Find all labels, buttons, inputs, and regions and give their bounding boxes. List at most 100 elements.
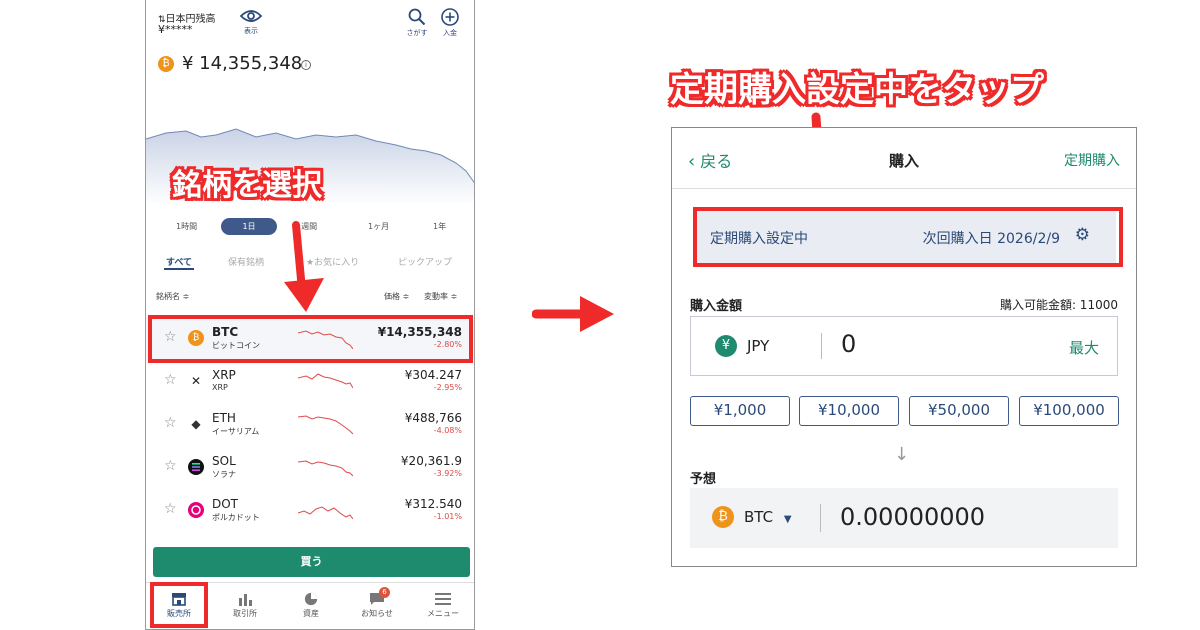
callout-select-coin: 銘柄を選択 <box>172 168 322 203</box>
input-divider <box>821 333 822 359</box>
deposit-button[interactable]: 入金 <box>435 8 465 38</box>
nav-exchange-label: 取引所 <box>233 609 257 618</box>
header-divider <box>672 188 1136 189</box>
purchase-screen: ‹ 戻る 購入 定期購入 定期購入設定中 次回購入日 2026/2/9 ⚙ 購入… <box>671 127 1137 567</box>
timeframe-1h[interactable]: 1時間 <box>176 221 197 232</box>
target-currency-select[interactable]: BTC ▼ <box>744 508 792 526</box>
timeframe-1d[interactable]: 1日 <box>221 218 277 235</box>
nav-assets-label: 資産 <box>303 609 319 618</box>
recurring-link[interactable]: 定期購入 <box>1064 150 1120 170</box>
target-currency: BTC <box>744 508 774 526</box>
solana-icon <box>188 459 204 475</box>
plus-circle-icon <box>441 8 459 26</box>
output-divider <box>820 504 821 532</box>
coin-row-eth[interactable]: ☆ ◆ ETH イーサリアム ¥488,766 -4.08% <box>146 403 474 446</box>
deposit-label: 入金 <box>443 29 457 37</box>
preset-100000-button[interactable]: ¥100,000 <box>1019 396 1119 426</box>
favorite-star-icon[interactable]: ☆ <box>164 415 177 431</box>
show-label: 表示 <box>244 27 258 35</box>
coin-change: -3.92% <box>433 469 462 478</box>
column-name[interactable]: 銘柄名 ≑ <box>156 291 189 302</box>
favorite-star-icon[interactable]: ☆ <box>164 372 177 388</box>
pie-chart-icon <box>304 592 318 606</box>
xrp-icon: ✕ <box>190 374 202 388</box>
coin-price: ¥20,361.9 <box>400 454 462 468</box>
coin-symbol: SOL <box>212 454 236 468</box>
column-price[interactable]: 価格 ≑ <box>384 291 409 302</box>
timeframe-1m[interactable]: 1ヶ月 <box>368 221 389 232</box>
highlight-btc-row <box>148 315 473 363</box>
sparkline <box>298 373 353 389</box>
coin-row-sol[interactable]: ☆ SOL ソラナ ¥20,361.9 -3.92% <box>146 446 474 489</box>
search-button[interactable]: さがす <box>402 8 432 38</box>
estimate-value: 0.00000000 <box>840 503 986 531</box>
column-change[interactable]: 変動率 ≑ <box>424 291 457 302</box>
eye-icon <box>239 10 263 22</box>
coin-row-dot[interactable]: ☆ DOT ポルカドット ¥312.540 -1.01% <box>146 489 474 532</box>
preset-10000-button[interactable]: ¥10,000 <box>799 396 899 426</box>
estimate-output: ₿ BTC ▼ 0.00000000 <box>690 488 1118 548</box>
preset-50000-button[interactable]: ¥50,000 <box>909 396 1009 426</box>
filter-holdings[interactable]: 保有銘柄 <box>228 255 264 268</box>
coin-symbol: ETH <box>212 411 236 425</box>
coin-price: ¥488,766 <box>404 411 462 425</box>
estimate-label: 予想 <box>690 472 717 487</box>
info-icon[interactable]: i <box>301 60 311 70</box>
coin-change: -1.01% <box>433 512 462 521</box>
polkadot-icon <box>188 502 204 518</box>
favorite-star-icon[interactable]: ☆ <box>164 458 177 474</box>
coin-change: -2.95% <box>433 383 462 392</box>
max-button[interactable]: 最大 <box>1069 337 1099 358</box>
filter-all[interactable]: すべて <box>166 255 192 268</box>
highlight-recurring-status <box>693 207 1123 267</box>
coin-name: イーサリアム <box>212 427 260 436</box>
coin-name: ポルカドット <box>212 513 260 522</box>
nav-notifications[interactable]: 6 お知らせ <box>344 587 410 619</box>
timeframe-1y[interactable]: 1年 <box>433 221 446 232</box>
nav-assets[interactable]: 資産 <box>278 592 344 619</box>
highlight-store-nav <box>150 582 208 628</box>
ethereum-icon: ◆ <box>191 417 201 431</box>
amount-label: 購入金額 <box>690 299 743 314</box>
coin-name: ソラナ <box>212 470 236 479</box>
favorite-star-icon[interactable]: ☆ <box>164 501 177 517</box>
coin-price: ¥312.540 <box>404 497 462 511</box>
bitcoin-icon: ₿ <box>158 56 174 72</box>
right-arrow <box>532 296 614 332</box>
sparkline <box>298 460 353 477</box>
available-amount: 購入可能金額: 11000 <box>999 298 1118 312</box>
coin-change: -4.08% <box>433 426 462 435</box>
caret-down-icon: ▼ <box>783 514 792 525</box>
bar-chart-icon <box>239 594 252 606</box>
show-balance-button[interactable]: 表示 <box>236 8 266 36</box>
coin-symbol: XRP <box>212 368 236 382</box>
sparkline <box>298 506 353 520</box>
yen-icon: ¥ <box>715 335 737 357</box>
coin-price: ¥304.247 <box>404 368 462 382</box>
bitcoin-icon: ₿ <box>712 506 734 528</box>
nav-notifications-label: お知らせ <box>361 609 393 618</box>
coin-symbol: DOT <box>212 497 239 511</box>
arrow-down-icon: ↓ <box>894 444 910 465</box>
preset-1000-button[interactable]: ¥1,000 <box>690 396 790 426</box>
search-label: さがす <box>406 29 428 37</box>
coin-row-xrp[interactable]: ☆ ✕ XRP XRP ¥304.247 -2.95% <box>146 360 474 403</box>
search-icon <box>408 8 426 26</box>
currency-code: JPY <box>747 337 770 355</box>
filter-underline <box>164 268 194 270</box>
sparkline <box>298 415 353 435</box>
coin-name: XRP <box>212 383 228 392</box>
notification-badge: 6 <box>379 587 390 598</box>
amount-input[interactable]: ¥ JPY 0 最大 <box>690 316 1118 376</box>
down-arrow-left <box>284 221 324 312</box>
nav-exchange[interactable]: 取引所 <box>212 592 278 619</box>
amount-value: 0 <box>841 330 857 358</box>
nav-menu-label: メニュー <box>427 609 459 618</box>
filter-pickup[interactable]: ピックアップ <box>398 255 452 268</box>
buy-button[interactable]: 買う <box>153 547 470 577</box>
total-value: ¥ 14,355,348 <box>182 53 303 74</box>
menu-icon <box>435 593 451 605</box>
callout-tap-recurring: 定期購入設定中をタップ <box>670 70 1044 110</box>
balance-value: ¥***** <box>158 23 193 36</box>
nav-menu[interactable]: メニュー <box>410 592 474 619</box>
